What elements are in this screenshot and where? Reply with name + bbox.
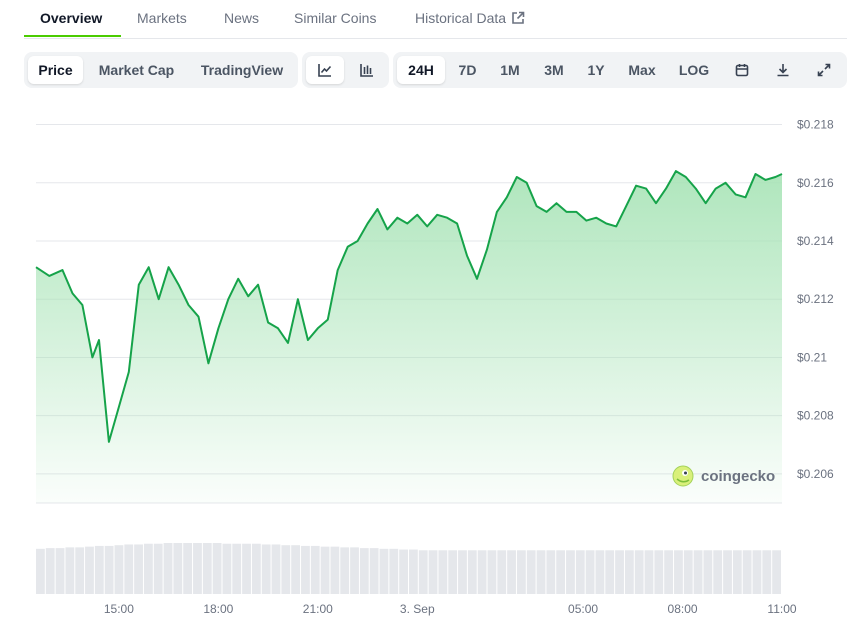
volume-bar — [85, 546, 94, 594]
y-tick-label: $0.216 — [797, 176, 834, 190]
volume-bar — [634, 550, 644, 594]
volume-bar — [359, 548, 369, 594]
volume-bar — [723, 550, 732, 594]
volume-bar — [418, 550, 428, 594]
volume-bar — [212, 543, 222, 594]
volume-bar — [399, 549, 408, 594]
volume-bar — [251, 543, 261, 594]
volume-bar — [693, 550, 703, 594]
volume-bar — [222, 543, 232, 594]
x-tick-label: 18:00 — [203, 602, 233, 616]
volume-bar — [458, 550, 467, 594]
volume-bar — [566, 550, 575, 594]
volume-bar — [232, 543, 242, 594]
volume-bar — [497, 550, 507, 594]
volume-bar — [143, 543, 153, 594]
volume-bar — [703, 550, 713, 594]
x-tick-label: 05:00 — [568, 602, 598, 616]
y-tick-label: $0.218 — [797, 118, 834, 132]
volume-bar — [379, 548, 389, 594]
x-tick-label: 3. Sep — [400, 602, 435, 616]
volume-bar — [389, 548, 399, 594]
volume-bar — [55, 548, 65, 594]
volume-bar — [281, 545, 291, 594]
volume-bar — [94, 545, 104, 594]
volume-bar — [301, 545, 310, 594]
volume-bar — [428, 550, 438, 594]
volume-bar — [438, 550, 448, 594]
volume-bar — [163, 543, 173, 594]
volume-bar — [291, 545, 301, 594]
y-tick-label: $0.212 — [797, 292, 834, 306]
y-tick-label: $0.208 — [797, 409, 834, 423]
volume-bar — [330, 546, 340, 594]
volume-bar — [536, 550, 546, 594]
volume-bar — [654, 550, 664, 594]
x-axis: 15:00 18:00 21:00 3. Sep 05:00 08:00 11:00 — [104, 602, 797, 616]
volume-bar — [320, 546, 330, 594]
x-tick-label: 15:00 — [104, 602, 134, 616]
x-tick-label: 08:00 — [668, 602, 698, 616]
volume-bar — [134, 544, 143, 594]
volume-bar — [45, 548, 55, 594]
volume-bar — [242, 543, 251, 594]
volume-bar — [674, 550, 683, 594]
y-tick-label: $0.21 — [797, 350, 827, 364]
volume-bar — [409, 549, 418, 594]
volume-bar — [526, 550, 536, 594]
price-chart[interactable]: $0.218 $0.216 $0.214 $0.212 $0.21 $0.208 $0.20… — [0, 0, 847, 629]
volume-bar — [467, 550, 477, 594]
coingecko-logo-icon — [672, 465, 694, 487]
volume-bar — [556, 550, 566, 594]
volume-bar — [575, 550, 585, 594]
volume-bar — [762, 550, 772, 594]
volume-bar — [202, 543, 212, 594]
volume-bar — [507, 550, 516, 594]
volume-bar — [615, 550, 624, 594]
watermark-text: coingecko — [701, 468, 775, 485]
volume-bar — [75, 547, 85, 594]
volume-bar — [487, 550, 497, 594]
volume-bar — [153, 543, 163, 594]
x-tick-label: 11:00 — [767, 602, 796, 616]
volume-bar — [340, 547, 350, 594]
volume-bar — [124, 544, 134, 594]
volume-bar — [448, 550, 458, 594]
volume-bar — [173, 543, 183, 594]
volume-bar — [477, 550, 487, 594]
volume-bar — [369, 548, 379, 594]
volume-bar — [595, 550, 605, 594]
volume-bars — [36, 543, 781, 594]
volume-bar — [732, 550, 742, 594]
volume-bar — [605, 550, 615, 594]
volume-bar — [350, 547, 359, 594]
volume-bar — [271, 544, 281, 594]
y-axis: $0.218 $0.216 $0.214 $0.212 $0.21 $0.208 $0.20… — [797, 118, 834, 481]
x-tick-label: 21:00 — [303, 602, 333, 616]
volume-bar — [516, 550, 526, 594]
volume-bar — [752, 550, 762, 594]
volume-bar — [713, 550, 723, 594]
y-tick-label: $0.206 — [797, 467, 834, 481]
volume-bar — [585, 550, 595, 594]
volume-bar — [644, 550, 654, 594]
volume-bar — [36, 548, 45, 594]
volume-bar — [624, 550, 634, 594]
volume-bar — [742, 550, 752, 594]
volume-bar — [683, 550, 693, 594]
volume-bar — [104, 545, 114, 594]
coingecko-watermark: coingecko — [672, 465, 775, 487]
volume-bar — [193, 543, 202, 594]
volume-bar — [261, 544, 271, 594]
volume-bar — [310, 545, 320, 594]
volume-bar — [546, 550, 556, 594]
volume-bar — [664, 550, 674, 594]
volume-bar — [772, 550, 781, 594]
y-tick-label: $0.214 — [797, 234, 834, 248]
volume-bar — [65, 547, 75, 594]
volume-bar — [114, 545, 124, 594]
volume-bar — [183, 543, 193, 594]
